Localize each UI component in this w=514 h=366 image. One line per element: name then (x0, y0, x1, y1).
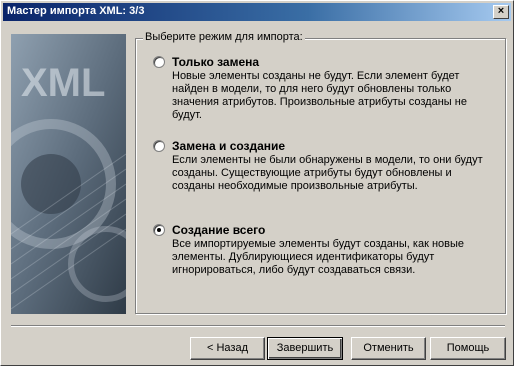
close-icon: × (497, 5, 505, 17)
import-mode-label: Выберите режим для импорта: (143, 31, 305, 43)
radio-replace-only[interactable] (153, 56, 165, 68)
title-bar[interactable]: Мастер импорта XML: 3/3 × (3, 3, 511, 21)
radio-replace-and-create[interactable] (153, 140, 165, 152)
option-description: Если элементы не были обнаружены в модел… (172, 154, 483, 192)
option-description: Новые элементы созданы не будут. Если эл… (172, 70, 467, 121)
option-description: Все импортируемые элементы будут созданы… (172, 238, 464, 276)
button-separator (11, 325, 505, 327)
radio-create-all[interactable] (153, 224, 165, 236)
window-title: Мастер импорта XML: 3/3 (7, 5, 145, 17)
close-button[interactable]: × (493, 5, 509, 19)
option-title: Замена и создание (172, 139, 286, 153)
option-title: Только замена (172, 55, 260, 69)
back-button[interactable]: < Назад (190, 337, 265, 360)
side-image-caption: XML (21, 61, 105, 105)
finish-button[interactable]: Завершить (267, 337, 343, 360)
help-button[interactable]: Помощь (430, 337, 506, 360)
wizard-side-image: XML (11, 34, 126, 314)
import-wizard-window: Мастер импорта XML: 3/3 × XML Выберите р… (0, 0, 514, 366)
option-title: Создание всего (172, 223, 266, 237)
cancel-button[interactable]: Отменить (351, 337, 426, 360)
